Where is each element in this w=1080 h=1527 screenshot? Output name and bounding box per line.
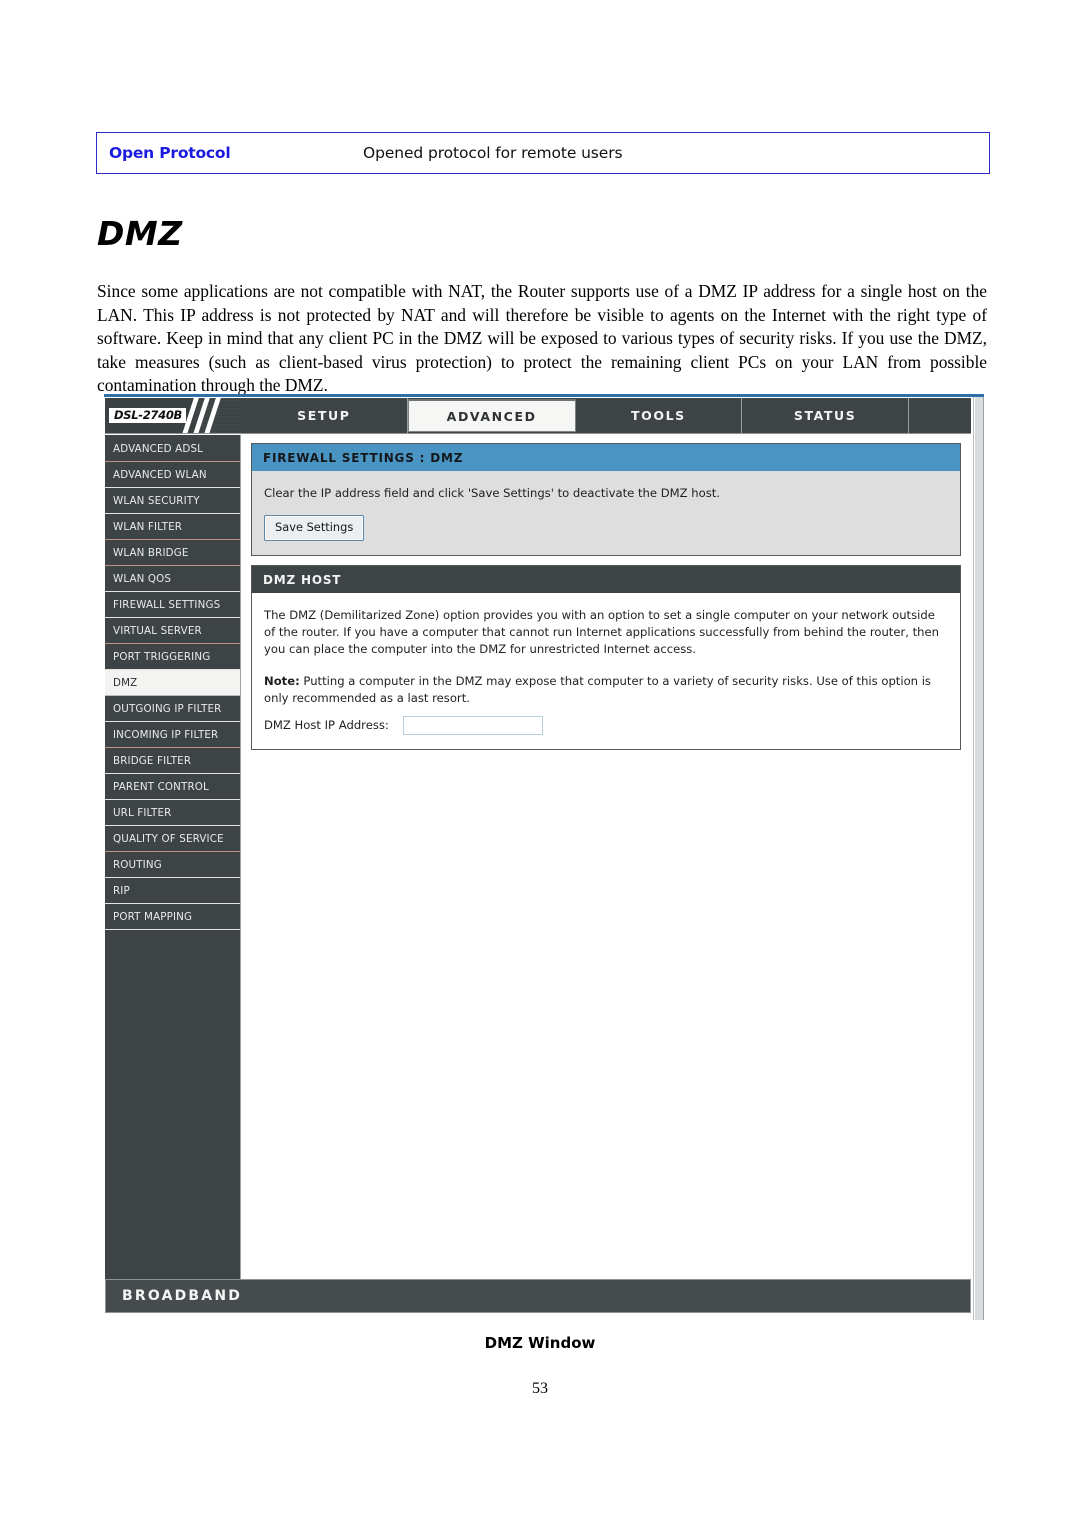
figure-caption: DMZ Window	[484, 1334, 596, 1352]
body-paragraph: Since some applications are not compatib…	[97, 281, 987, 396]
page-number: 53	[532, 1380, 548, 1397]
firewall-instruction: Clear the IP address field and click 'Sa…	[264, 486, 720, 500]
tab-tools[interactable]: TOOLS	[576, 398, 743, 433]
scrollbar-track[interactable]	[975, 397, 983, 1320]
dmz-host-panel-title: DMZ HOST	[252, 566, 960, 593]
dmz-host-ip-label: DMZ Host IP Address:	[264, 718, 389, 732]
router-nav-tabs: SETUP ADVANCED TOOLS STATUS	[241, 398, 908, 433]
sidebar-item-wlan-qos[interactable]: WLAN QOS	[105, 566, 240, 592]
router-brand: DSL-2740B	[105, 398, 241, 433]
sidebar-item-dmz[interactable]: DMZ	[105, 670, 240, 696]
dmz-host-ip-row: DMZ Host IP Address:	[264, 716, 948, 735]
sidebar-item-firewall-settings[interactable]: FIREWALL SETTINGS	[105, 592, 240, 618]
dmz-host-panel-body: The DMZ (Demilitarized Zone) option prov…	[252, 593, 960, 749]
sidebar-item-port-mapping[interactable]: PORT MAPPING	[105, 904, 240, 930]
sidebar-item-incoming-ip-filter[interactable]: INCOMING IP FILTER	[105, 722, 240, 748]
sidebar-item-quality-of-service[interactable]: QUALITY OF SERVICE	[105, 826, 240, 852]
glossary-term: Open Protocol	[109, 144, 231, 162]
router-body: ADVANCED ADSL ADVANCED WLAN WLAN SECURIT…	[105, 435, 971, 1279]
glossary-row: Open Protocol Opened protocol for remote…	[96, 132, 990, 174]
page-title: DMZ	[97, 214, 183, 253]
save-settings-button[interactable]: Save Settings	[264, 515, 365, 541]
sidebar-item-wlan-filter[interactable]: WLAN FILTER	[105, 514, 240, 540]
sidebar-item-advanced-wlan[interactable]: ADVANCED WLAN	[105, 462, 240, 488]
router-footer: BROADBAND	[105, 1279, 971, 1313]
tab-setup[interactable]: SETUP	[241, 398, 408, 433]
dmz-host-description: The DMZ (Demilitarized Zone) option prov…	[264, 608, 939, 656]
navbar-endcap	[908, 398, 971, 433]
sidebar-item-wlan-bridge[interactable]: WLAN BRIDGE	[105, 540, 240, 566]
sidebar-item-rip[interactable]: RIP	[105, 878, 240, 904]
sidebar-item-virtual-server[interactable]: VIRTUAL SERVER	[105, 618, 240, 644]
firewall-panel-body: Clear the IP address field and click 'Sa…	[252, 471, 960, 555]
router-ui-screenshot: DSL-2740B SETUP ADVANCED TOOLS STATUS AD…	[104, 394, 984, 1320]
brand-slashes-icon	[180, 398, 228, 433]
tab-status[interactable]: STATUS	[742, 398, 908, 433]
window-scrollbar[interactable]	[973, 397, 984, 1320]
sidebar-item-parent-control[interactable]: PARENT CONTROL	[105, 774, 240, 800]
sidebar-item-wlan-security[interactable]: WLAN SECURITY	[105, 488, 240, 514]
document-page: Open Protocol Opened protocol for remote…	[0, 0, 1080, 1527]
router-navbar: DSL-2740B SETUP ADVANCED TOOLS STATUS	[105, 398, 971, 434]
dmz-host-panel: DMZ HOST The DMZ (Demilitarized Zone) op…	[251, 565, 961, 750]
router-sidebar: ADVANCED ADSL ADVANCED WLAN WLAN SECURIT…	[105, 435, 241, 1279]
dmz-host-note-text: Putting a computer in the DMZ may expose…	[264, 674, 931, 705]
sidebar-item-bridge-filter[interactable]: BRIDGE FILTER	[105, 748, 240, 774]
sidebar-item-port-triggering[interactable]: PORT TRIGGERING	[105, 644, 240, 670]
sidebar-item-outgoing-ip-filter[interactable]: OUTGOING IP FILTER	[105, 696, 240, 722]
sidebar-item-advanced-adsl[interactable]: ADVANCED ADSL	[105, 436, 240, 462]
router-content: FIREWALL SETTINGS : DMZ Clear the IP add…	[241, 435, 971, 1279]
firewall-settings-panel: FIREWALL SETTINGS : DMZ Clear the IP add…	[251, 443, 961, 556]
router-model-badge: DSL-2740B	[109, 407, 187, 424]
dmz-host-ip-input[interactable]	[402, 716, 543, 735]
sidebar-item-routing[interactable]: ROUTING	[105, 852, 240, 878]
firewall-panel-title: FIREWALL SETTINGS : DMZ	[252, 444, 960, 471]
dmz-host-note-label: Note:	[264, 674, 300, 688]
sidebar-item-url-filter[interactable]: URL FILTER	[105, 800, 240, 826]
tab-advanced[interactable]: ADVANCED	[407, 399, 576, 432]
glossary-description: Opened protocol for remote users	[363, 144, 623, 162]
window-top-rule	[104, 394, 984, 397]
footer-brand-label: BROADBAND	[122, 1288, 243, 1304]
dmz-host-note: Note: Putting a computer in the DMZ may …	[264, 673, 948, 707]
